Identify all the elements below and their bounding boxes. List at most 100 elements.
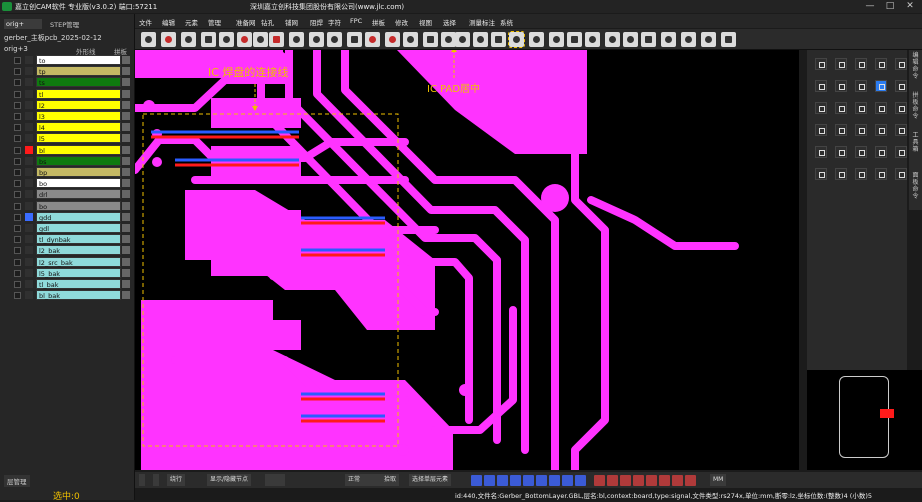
- layer-color-swatch[interactable]: [25, 123, 33, 132]
- layer-flag-icon[interactable]: [122, 235, 130, 244]
- layer-visibility-checkbox[interactable]: [14, 292, 21, 300]
- layer-name[interactable]: l5: [36, 133, 121, 144]
- layer-color-swatch[interactable]: [25, 235, 33, 244]
- layer-color-swatch[interactable]: [25, 212, 33, 221]
- menu-item[interactable]: 铺网: [285, 17, 298, 27]
- layer-flag-icon[interactable]: [122, 257, 130, 266]
- command-icon[interactable]: [895, 102, 907, 114]
- command-icon[interactable]: [835, 58, 847, 70]
- filter-icon[interactable]: [497, 475, 508, 486]
- filter-icon[interactable]: [510, 475, 521, 486]
- tool-icon[interactable]: [681, 32, 696, 47]
- tool-icon[interactable]: [385, 32, 400, 47]
- layer-visibility-checkbox[interactable]: [14, 269, 21, 277]
- layer-color-swatch[interactable]: [25, 190, 33, 199]
- menu-item[interactable]: 钻孔: [261, 17, 274, 27]
- minimize-icon[interactable]: —: [860, 0, 880, 13]
- layer-name[interactable]: tl_dynbak: [36, 234, 121, 245]
- command-icon[interactable]: [855, 168, 867, 180]
- menu-item[interactable]: 修改: [395, 17, 408, 27]
- layer-name[interactable]: bl_bak: [36, 290, 121, 301]
- command-icon[interactable]: [895, 146, 907, 158]
- layer-row[interactable]: tl: [14, 88, 130, 99]
- draw-tool-icon[interactable]: [646, 475, 657, 486]
- draw-tool-icon[interactable]: [685, 475, 696, 486]
- layer-visibility-checkbox[interactable]: [14, 124, 21, 132]
- layer-flag-icon[interactable]: [122, 280, 130, 288]
- tool-icon[interactable]: [661, 32, 676, 47]
- menu-item[interactable]: 选择: [443, 17, 456, 27]
- tool-icon[interactable]: [605, 32, 620, 47]
- layer-visibility-checkbox[interactable]: [14, 169, 21, 176]
- tool-icon[interactable]: [237, 32, 252, 47]
- tool-icon[interactable]: [253, 32, 268, 47]
- layer-flag-icon[interactable]: [122, 100, 130, 109]
- command-icon[interactable]: [875, 58, 887, 70]
- tool-icon[interactable]: [181, 32, 196, 47]
- layer-color-swatch[interactable]: [25, 179, 33, 188]
- layer-row[interactable]: l4: [14, 122, 130, 133]
- layer-visibility-checkbox[interactable]: [14, 213, 21, 221]
- layer-flag-icon[interactable]: [122, 145, 130, 154]
- layer-visibility-checkbox[interactable]: [14, 281, 21, 288]
- layer-name[interactable]: bo: [36, 178, 121, 189]
- layer-row[interactable]: bl: [14, 144, 130, 155]
- tool-icon[interactable]: [567, 32, 582, 47]
- layer-name[interactable]: tp: [36, 66, 121, 77]
- layer-name[interactable]: l4: [36, 122, 121, 133]
- layer-row[interactable]: bo: [14, 178, 130, 189]
- layer-row[interactable]: tl_bak: [14, 279, 130, 289]
- right-tab[interactable]: 工具箱: [911, 132, 920, 153]
- layer-color-swatch[interactable]: [25, 268, 33, 277]
- layer-flag-icon[interactable]: [122, 89, 130, 98]
- layer-row[interactable]: l2_bak: [14, 245, 130, 256]
- draw-tool-icon[interactable]: [633, 475, 644, 486]
- tool-icon[interactable]: [641, 32, 656, 47]
- layer-color-swatch[interactable]: [25, 145, 33, 154]
- filter-icon[interactable]: [523, 475, 534, 486]
- layer-name[interactable]: l5_bak: [36, 267, 121, 278]
- menu-item[interactable]: 元素: [185, 17, 198, 27]
- layer-row[interactable]: bo: [14, 200, 130, 211]
- layer-name[interactable]: l2_bak: [36, 245, 121, 256]
- draw-tool-icon[interactable]: [672, 475, 683, 486]
- tool-icon[interactable]: [423, 32, 438, 47]
- layer-flag-icon[interactable]: [122, 201, 130, 210]
- command-icon[interactable]: [875, 80, 887, 92]
- job-name[interactable]: gerber_主板pcb_2025-02-12: [4, 33, 102, 43]
- layer-flag-icon[interactable]: [122, 246, 130, 255]
- layer-row[interactable]: tp: [14, 66, 130, 77]
- layer-color-swatch[interactable]: [25, 112, 33, 120]
- tool-icon[interactable]: [491, 32, 506, 47]
- layer-color-swatch[interactable]: [25, 280, 33, 288]
- tool-icon[interactable]: [441, 32, 456, 47]
- command-icon[interactable]: [815, 146, 827, 158]
- layer-row[interactable]: l5: [14, 133, 130, 144]
- layer-visibility-checkbox[interactable]: [14, 135, 21, 143]
- layer-flag-icon[interactable]: [122, 156, 130, 165]
- layer-visibility-checkbox[interactable]: [14, 57, 21, 64]
- filter-icon[interactable]: [471, 475, 482, 486]
- menu-item[interactable]: 字符: [328, 17, 341, 27]
- tool-icon[interactable]: [473, 32, 488, 47]
- menu-item[interactable]: 测量标注: [469, 17, 495, 27]
- step-name[interactable]: orig+3: [4, 45, 28, 53]
- layer-flag-icon[interactable]: [122, 168, 130, 176]
- maximize-icon[interactable]: □: [880, 0, 900, 13]
- filter-icon[interactable]: [549, 475, 560, 486]
- tool-icon[interactable]: [201, 32, 216, 47]
- tool-icon[interactable]: [347, 32, 362, 47]
- close-icon[interactable]: ✕: [900, 0, 920, 13]
- layer-name[interactable]: bl: [36, 144, 121, 155]
- command-icon[interactable]: [895, 124, 907, 136]
- select-single-layer-button[interactable]: 选择单层元素: [409, 474, 452, 486]
- command-icon[interactable]: [855, 102, 867, 114]
- layer-color-swatch[interactable]: [25, 246, 33, 255]
- layer-color-swatch[interactable]: [25, 201, 33, 210]
- command-icon[interactable]: [895, 58, 907, 70]
- menu-item[interactable]: 视图: [419, 17, 432, 27]
- layer-visibility-checkbox[interactable]: [14, 79, 21, 87]
- filter-icon[interactable]: [484, 475, 495, 486]
- command-icon[interactable]: [875, 102, 887, 114]
- layer-flag-icon[interactable]: [122, 190, 130, 199]
